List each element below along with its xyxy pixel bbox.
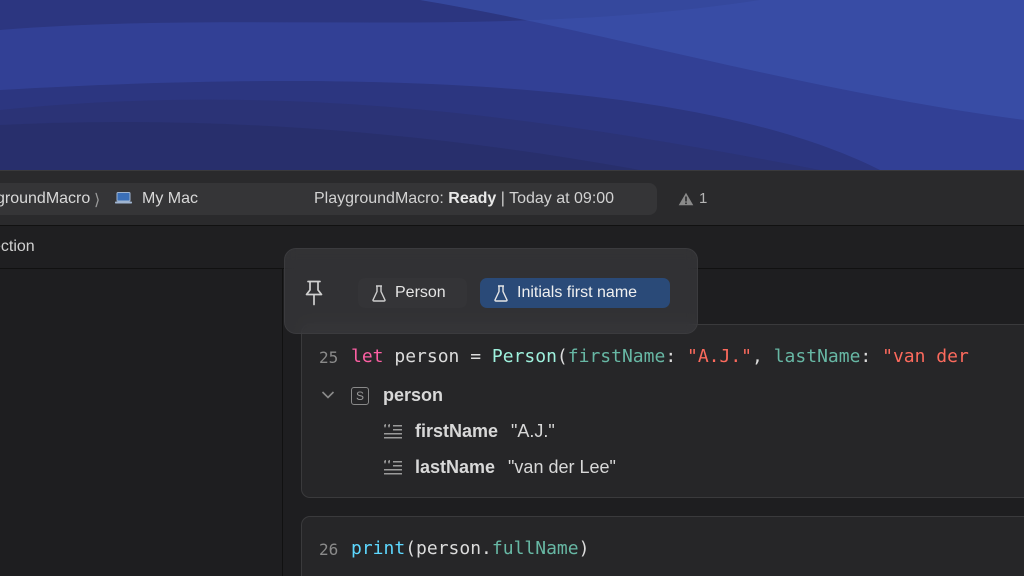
- desktop-wallpaper: [0, 0, 1024, 170]
- field-value: "A.J.": [511, 421, 555, 441]
- scheme-crumb[interactable]: groundMacro: [0, 190, 90, 208]
- macro-chip-initials-first-name[interactable]: Initials first name: [480, 278, 670, 308]
- line-number: 26: [319, 540, 339, 559]
- code-label: lastName: [773, 346, 861, 367]
- status-state: Ready: [448, 190, 497, 207]
- result-field-row[interactable]: firstName "A.J.": [383, 421, 555, 442]
- code-function: print: [351, 538, 406, 559]
- status-time: | Today at 09:00: [496, 190, 615, 207]
- code-label: fullName: [491, 538, 579, 559]
- navigator-sidebar: [0, 269, 283, 576]
- result-field-row[interactable]: lastName "van der Lee": [383, 457, 616, 478]
- flask-icon: [494, 284, 508, 302]
- chip-label: Person: [395, 284, 446, 301]
- build-status: PlaygroundMacro: Ready | Today at 09:00: [314, 190, 614, 208]
- code-plain: ): [578, 538, 590, 559]
- code-plain: ,: [752, 346, 774, 367]
- chip-label: Initials first name: [517, 284, 638, 301]
- run-destination[interactable]: My Mac: [142, 190, 198, 208]
- code-plain: :: [860, 346, 883, 367]
- struct-icon: S: [351, 387, 369, 405]
- code-line-25[interactable]: let person = Person(firstName: "A.J.", l…: [351, 346, 969, 367]
- status-project: PlaygroundMacro:: [314, 190, 449, 207]
- code-label: firstName: [567, 346, 666, 367]
- window-toolbar: groundMacro ⟩ My Mac PlaygroundMacro: Re…: [0, 170, 1024, 226]
- code-keyword: let: [351, 346, 384, 367]
- field-value: "van der Lee": [508, 457, 616, 477]
- laptop-icon: [115, 192, 132, 204]
- jump-bar-section[interactable]: ection: [0, 238, 35, 256]
- code-plain: (person.: [405, 538, 492, 559]
- code-type: Person: [491, 346, 557, 367]
- code-line-26[interactable]: print(person.fullName): [351, 538, 589, 559]
- pin-icon[interactable]: [304, 280, 324, 306]
- code-string: "A.J.": [687, 346, 753, 367]
- macro-expansion-toolbar: Person Initials first name: [284, 248, 698, 334]
- result-root-name[interactable]: person: [383, 385, 443, 406]
- crumb-separator: ⟩: [94, 192, 101, 209]
- property-icon: [384, 423, 402, 438]
- chevron-down-icon[interactable]: [321, 390, 335, 400]
- warning-icon[interactable]: [678, 192, 694, 206]
- code-plain: person =: [383, 346, 492, 367]
- field-name: firstName: [415, 421, 499, 441]
- flask-icon: [372, 284, 386, 302]
- macro-chip-person[interactable]: Person: [358, 278, 467, 308]
- property-icon: [384, 459, 402, 474]
- warning-count[interactable]: 1: [699, 190, 707, 207]
- code-plain: :: [665, 346, 687, 367]
- code-string: "van der: [882, 346, 969, 367]
- field-name: lastName: [415, 457, 496, 477]
- line-number: 25: [319, 348, 339, 367]
- code-plain: (: [556, 346, 568, 367]
